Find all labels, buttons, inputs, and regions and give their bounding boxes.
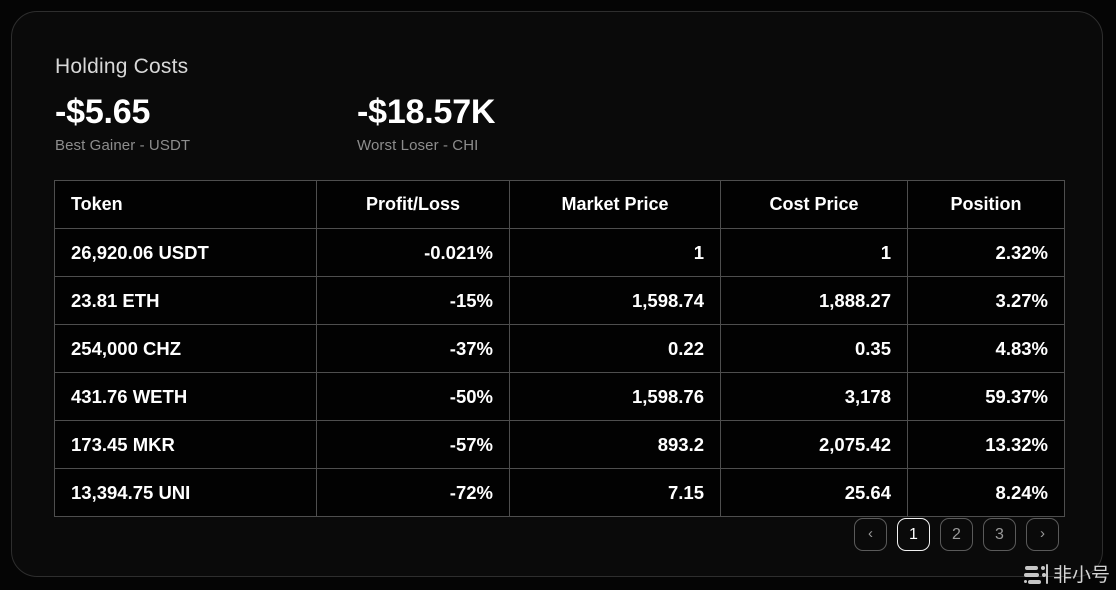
- column-header-position[interactable]: Position: [908, 181, 1065, 229]
- cell-profit-loss: -15%: [317, 277, 510, 325]
- stat-worst-loser-label: Worst Loser - CHI: [357, 137, 495, 154]
- table-row[interactable]: 23.81 ETH -15% 1,598.74 1,888.27 3.27%: [55, 277, 1065, 325]
- stat-worst-loser-value: -$18.57K: [357, 94, 495, 130]
- cell-profit-loss: -50%: [317, 373, 510, 421]
- column-header-profit-loss[interactable]: Profit/Loss: [317, 181, 510, 229]
- table-row[interactable]: 173.45 MKR -57% 893.2 2,075.42 13.32%: [55, 421, 1065, 469]
- cell-market-price: 7.15: [510, 469, 721, 517]
- chevron-left-icon: ‹: [868, 526, 873, 541]
- table-header: Token Profit/Loss Market Price Cost Pric…: [55, 181, 1065, 229]
- stat-best-gainer-label: Best Gainer - USDT: [55, 137, 190, 154]
- summary-stats: -$5.65 Best Gainer - USDT -$18.57K Worst…: [55, 94, 1055, 156]
- holding-costs-card: Holding Costs -$5.65 Best Gainer - USDT …: [11, 11, 1103, 577]
- cell-cost-price: 1,888.27: [721, 277, 908, 325]
- cell-profit-loss: -37%: [317, 325, 510, 373]
- pagination-page-2[interactable]: 2: [940, 518, 973, 551]
- pagination-prev-button[interactable]: ‹: [854, 518, 887, 551]
- screenshot-root: Holding Costs -$5.65 Best Gainer - USDT …: [0, 0, 1116, 590]
- cell-profit-loss: -72%: [317, 469, 510, 517]
- table-row[interactable]: 431.76 WETH -50% 1,598.76 3,178 59.37%: [55, 373, 1065, 421]
- cell-market-price: 0.22: [510, 325, 721, 373]
- cell-profit-loss: -0.021%: [317, 229, 510, 277]
- cell-position: 2.32%: [908, 229, 1065, 277]
- cell-token: 13,394.75 UNI: [55, 469, 317, 517]
- cell-market-price: 1,598.76: [510, 373, 721, 421]
- column-header-cost-price[interactable]: Cost Price: [721, 181, 908, 229]
- cell-cost-price: 0.35: [721, 325, 908, 373]
- cell-token: 431.76 WETH: [55, 373, 317, 421]
- cell-token: 254,000 CHZ: [55, 325, 317, 373]
- cell-profit-loss: -57%: [317, 421, 510, 469]
- table-body: 26,920.06 USDT -0.021% 1 1 2.32% 23.81 E…: [55, 229, 1065, 517]
- cell-cost-price: 2,075.42: [721, 421, 908, 469]
- table-row[interactable]: 13,394.75 UNI -72% 7.15 25.64 8.24%: [55, 469, 1065, 517]
- chevron-right-icon: ›: [1040, 526, 1045, 541]
- cell-position: 59.37%: [908, 373, 1065, 421]
- cell-token: 26,920.06 USDT: [55, 229, 317, 277]
- cell-position: 13.32%: [908, 421, 1065, 469]
- column-header-market-price[interactable]: Market Price: [510, 181, 721, 229]
- cell-market-price: 1: [510, 229, 721, 277]
- cell-position: 4.83%: [908, 325, 1065, 373]
- cell-token: 23.81 ETH: [55, 277, 317, 325]
- pagination-page-1[interactable]: 1: [897, 518, 930, 551]
- stat-best-gainer-value: -$5.65: [55, 94, 190, 130]
- cell-position: 3.27%: [908, 277, 1065, 325]
- card-header: Holding Costs -$5.65 Best Gainer - USDT …: [55, 56, 1055, 156]
- cell-position: 8.24%: [908, 469, 1065, 517]
- pagination-page-3[interactable]: 3: [983, 518, 1016, 551]
- stat-best-gainer: -$5.65 Best Gainer - USDT: [55, 94, 190, 154]
- cell-cost-price: 3,178: [721, 373, 908, 421]
- table-row[interactable]: 254,000 CHZ -37% 0.22 0.35 4.83%: [55, 325, 1065, 373]
- cell-cost-price: 25.64: [721, 469, 908, 517]
- page-title: Holding Costs: [55, 56, 1055, 77]
- pagination: ‹ 1 2 3 ›: [854, 518, 1059, 551]
- table-header-row: Token Profit/Loss Market Price Cost Pric…: [55, 181, 1065, 229]
- stat-worst-loser: -$18.57K Worst Loser - CHI: [357, 94, 495, 154]
- holdings-table-container: Token Profit/Loss Market Price Cost Pric…: [54, 180, 1064, 517]
- table-row[interactable]: 26,920.06 USDT -0.021% 1 1 2.32%: [55, 229, 1065, 277]
- pagination-next-button[interactable]: ›: [1026, 518, 1059, 551]
- cell-market-price: 1,598.74: [510, 277, 721, 325]
- cell-market-price: 893.2: [510, 421, 721, 469]
- cell-token: 173.45 MKR: [55, 421, 317, 469]
- column-header-token[interactable]: Token: [55, 181, 317, 229]
- holdings-table: Token Profit/Loss Market Price Cost Pric…: [54, 180, 1065, 517]
- cell-cost-price: 1: [721, 229, 908, 277]
